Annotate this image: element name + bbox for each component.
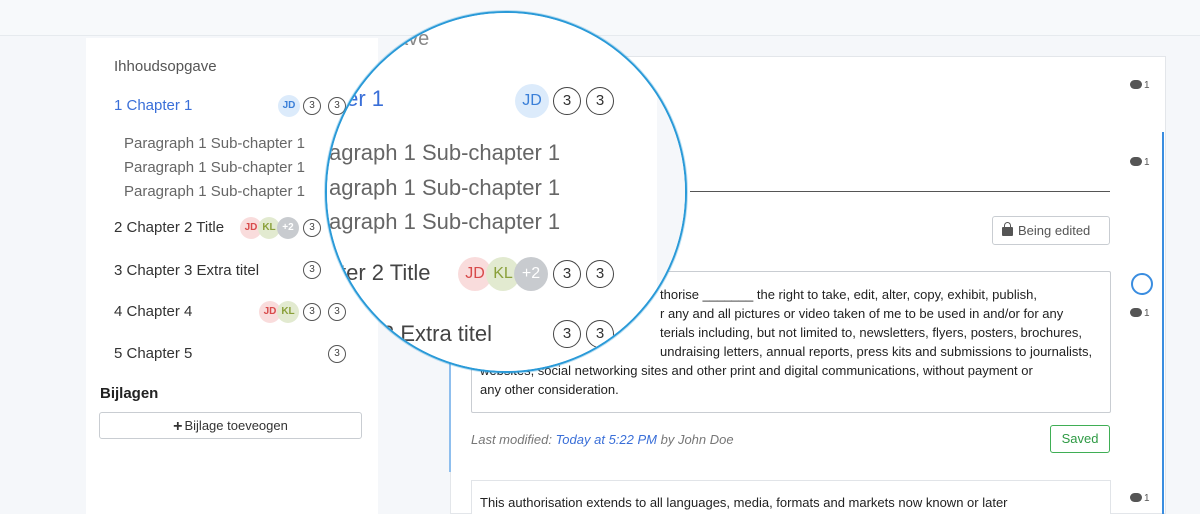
comment-icon [1130,80,1142,89]
magnified-subchapter: agraph 1 Sub-chapter 1 [329,175,561,200]
count-badge: 3 [586,260,614,288]
magnified-chapter-3: 3 Extra titel [382,321,493,346]
saved-status-badge: Saved [1050,425,1110,453]
comment-icon [1130,308,1142,317]
title-underline [690,191,1110,192]
comment-indicator[interactable]: 1 [1130,308,1150,319]
avatar: JD [515,84,549,118]
paragraph-line: any other consideration. [480,382,619,397]
radio-circle-icon[interactable] [1131,273,1153,295]
magnified-gap [657,13,685,371]
comment-count: 1 [1144,157,1150,168]
magnified-subchapter: agraph 1 Sub-chapter 1 [329,140,561,165]
comment-count-icon[interactable]: 3 [303,97,321,115]
avatar-more: +2 [514,257,548,291]
magnified-heading: ave [397,28,430,50]
add-attachment-label: Bijlage toeveogen [184,418,288,433]
active-section-indicator [1162,132,1164,514]
comment-indicator[interactable]: 1 [1130,80,1150,91]
toc-chapter-3[interactable]: 3 Chapter 3 Extra titel [114,262,259,279]
magnifier-lens: ave ter 1 JD 3 3 agraph 1 Sub-chapter 1 … [325,11,687,373]
toc-title: Ihhoudsopgave [114,58,217,75]
magnified-subchapter: agraph 1 Sub-chapter 1 [329,209,561,234]
count-badge: 3 [586,320,614,348]
being-edited-badge: Being edited [992,216,1110,245]
modified-prefix: Last modified: [471,432,552,447]
avatar: JD [278,95,300,117]
being-edited-label: Being edited [1018,223,1091,238]
toc-subchapter[interactable]: Paragraph 1 Sub-chapter 1 [124,159,305,176]
paragraph-editor-2[interactable]: This authorisation extends to all langua… [471,480,1111,514]
comment-count-icon[interactable]: 3 [303,219,321,237]
comment-icon [1130,157,1142,166]
last-modified: Last modified: Today at 5:22 PM by John … [471,432,734,447]
paragraph-line: This authorisation extends to all langua… [480,495,1008,510]
avatar: KL [277,301,299,323]
lock-icon [1002,222,1013,236]
add-attachment-button[interactable]: + Bijlage toeveogen [99,412,362,439]
toc-chapter-1[interactable]: 1 Chapter 1 [114,97,192,114]
comment-count: 1 [1144,80,1150,91]
comment-count-icon: 3 [553,87,581,115]
comment-indicator[interactable]: 1 [1130,493,1150,504]
magnified-chapter-2: ter 2 Title [340,260,431,285]
comment-indicator[interactable]: 1 [1130,157,1150,168]
attachments-heading: Bijlagen [100,385,159,402]
toc-chapter-2[interactable]: 2 Chapter 2 Title [114,219,224,236]
comment-count: 1 [1144,493,1150,504]
comment-count: 1 [1144,308,1150,319]
comment-icon [1130,493,1142,502]
count-badge: 3 [586,87,614,115]
toc-chapter-5[interactable]: 5 Chapter 5 [114,345,192,362]
comment-count-icon: 3 [553,320,581,348]
modified-time[interactable]: Today at 5:22 PM [556,432,657,447]
magnified-chapter-1: ter 1 [340,86,385,111]
comment-count-icon[interactable]: 3 [303,303,321,321]
avatar-more: +2 [277,217,299,239]
modified-author: by John Doe [660,432,734,447]
toc-subchapter[interactable]: Paragraph 1 Sub-chapter 1 [124,183,305,200]
plus-icon: + [173,418,183,435]
toc-subchapter[interactable]: Paragraph 1 Sub-chapter 1 [124,135,305,152]
comment-count-icon: 3 [553,260,581,288]
comment-count-icon[interactable]: 3 [303,261,321,279]
toc-chapter-4[interactable]: 4 Chapter 4 [114,303,192,320]
